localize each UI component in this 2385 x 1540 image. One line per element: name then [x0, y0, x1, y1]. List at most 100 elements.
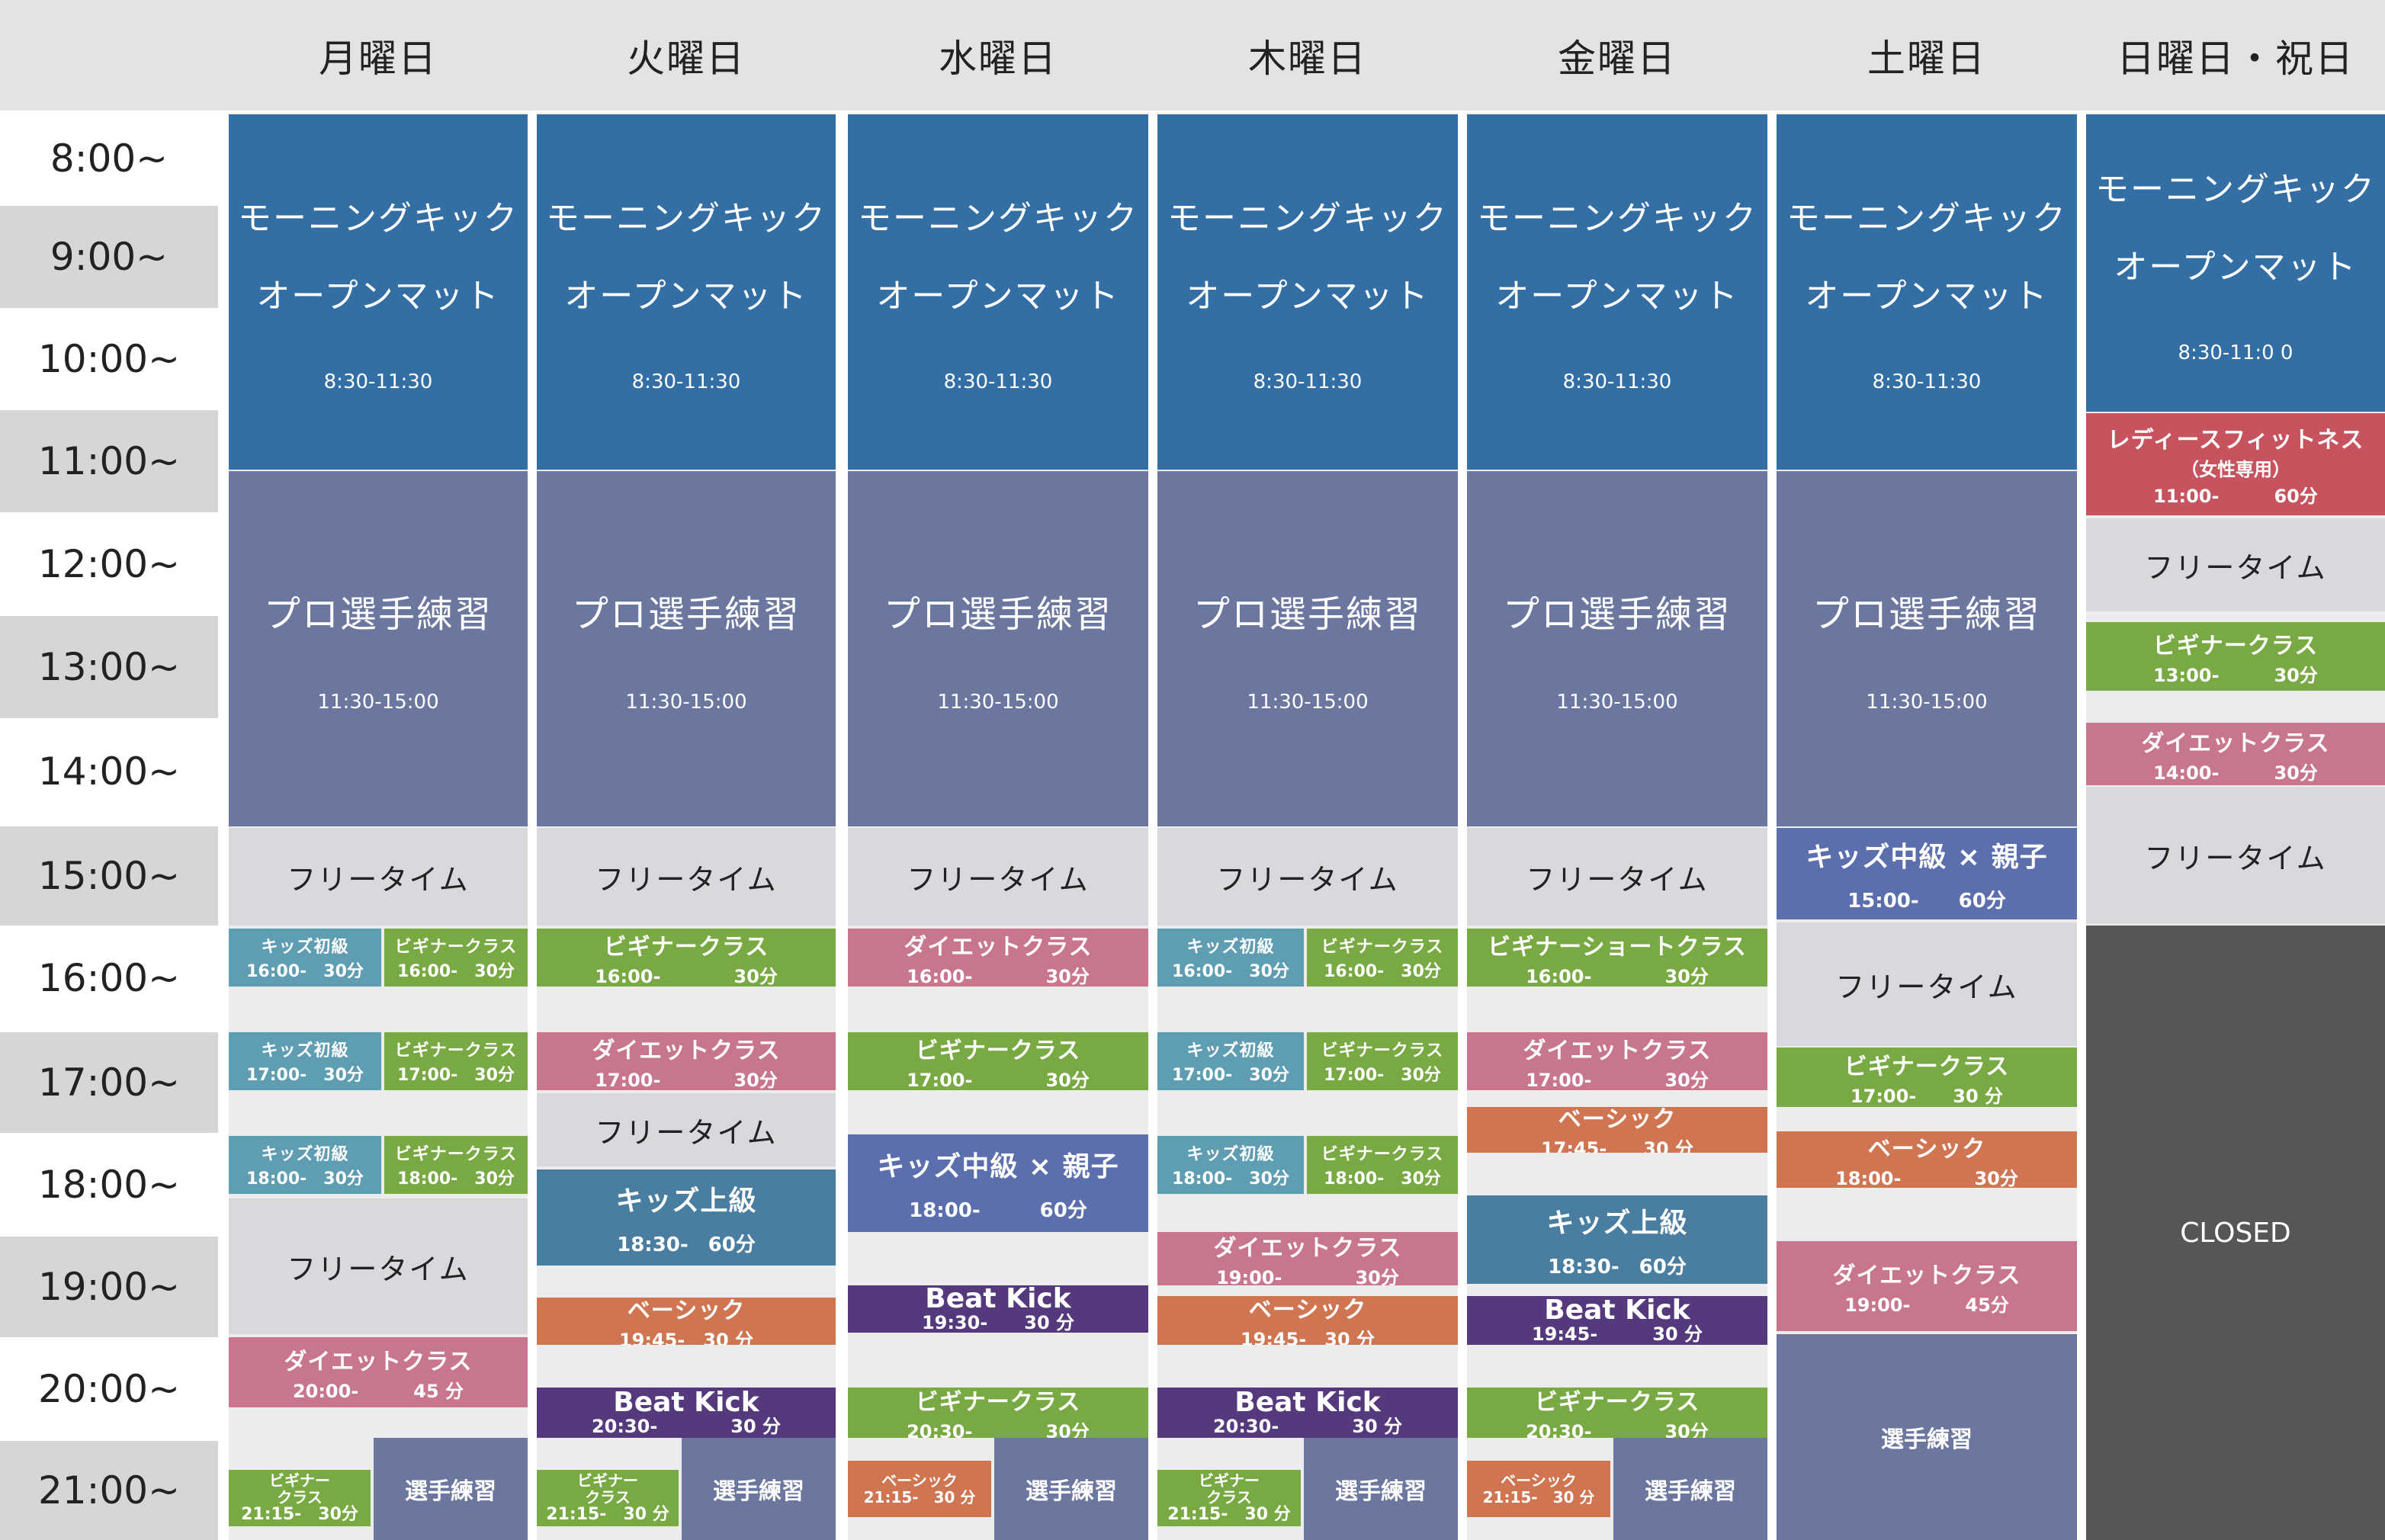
- class-name: キッズ上級: [615, 1185, 757, 1217]
- time-label: 8:00~: [50, 136, 169, 181]
- class-name: キッズ中級 × 親子: [1806, 841, 2048, 873]
- class-block: キッズ中級 × 親子 15:00- 60分: [1777, 828, 2077, 919]
- class-detail: 16:00- 30分: [907, 965, 1090, 987]
- class-detail: 17:00- 30分: [1172, 1066, 1289, 1085]
- class-name: フリータイム: [907, 862, 1090, 897]
- class-detail: クラス: [277, 1488, 323, 1506]
- class-name: プロ選手練習: [1812, 593, 2041, 636]
- class-name: プロ選手練習: [263, 593, 493, 636]
- class-name: ベーシック: [1501, 1471, 1577, 1490]
- class-detail: 20:30- 30 分: [591, 1416, 782, 1437]
- class-detail: 21:15- 30 分: [863, 1488, 976, 1506]
- class-detail: 18:00- 30分: [246, 1169, 364, 1189]
- class-detail: 19:45- 30 分: [1240, 1328, 1375, 1346]
- class-block: ビギナークラス 17:00- 30分: [384, 1032, 528, 1090]
- class-detail: 21:15- 30 分: [546, 1505, 669, 1524]
- class-block: キッズ初級 17:00- 30分: [229, 1032, 381, 1090]
- class-block: ビギナークラス 20:30- 30分: [1467, 1388, 1767, 1438]
- class-name: モーニングキック: [858, 199, 1138, 238]
- class-block: 選手練習: [1304, 1438, 1458, 1540]
- class-name: モーニングキック: [2095, 170, 2376, 209]
- class-block: ビギナーショートクラス 16:00- 30分: [1467, 929, 1767, 987]
- class-block: プロ選手練習 11:30-15:00: [1467, 471, 1767, 826]
- class-name: フリータイム: [287, 1252, 470, 1286]
- class-block: フリータイム: [2086, 787, 2385, 924]
- day-header-2: 水曜日: [939, 36, 1058, 81]
- class-detail: 16:00- 30分: [246, 962, 364, 981]
- class-detail: （女性専用）: [2181, 459, 2290, 480]
- class-block: ビギナークラス 17:00- 30分: [848, 1032, 1148, 1090]
- time-label: 9:00~: [0, 206, 218, 308]
- class-time: 11:30-15:00: [1247, 691, 1369, 714]
- class-name: プロ選手練習: [1192, 593, 1422, 636]
- class-name: Beat Kick: [613, 1388, 759, 1418]
- class-block: キッズ上級 18:30- 60分: [537, 1169, 836, 1266]
- class-detail: 16:00- 30分: [595, 965, 778, 987]
- class-detail: 16:00- 30分: [1172, 962, 1289, 981]
- class-name: キッズ初級: [1186, 938, 1275, 957]
- class-name: キッズ上級: [1546, 1207, 1688, 1239]
- class-detail: 19:30- 30 分: [921, 1312, 1075, 1333]
- class-block: 選手練習: [1613, 1438, 1767, 1540]
- class-name: ダイエットクラス: [1213, 1234, 1402, 1262]
- class-detail: 17:00- 30分: [246, 1066, 364, 1085]
- time-label: 13:00~: [0, 616, 218, 718]
- class-detail: 19:45- 30 分: [1531, 1323, 1703, 1345]
- class-name: ビギナー: [269, 1471, 330, 1490]
- class-block: プロ選手練習 11:30-15:00: [537, 471, 836, 826]
- class-block: ビギナークラス 17:00- 30分: [1307, 1032, 1458, 1090]
- class-name: ダイエットクラス: [284, 1348, 473, 1375]
- class-detail: クラス: [585, 1488, 631, 1506]
- class-time: 11:30-15:00: [625, 691, 747, 714]
- class-block: キッズ上級 18:30- 60分: [1467, 1195, 1767, 1284]
- class-block: 選手練習: [682, 1438, 836, 1540]
- class-block: モーニングキック オープンマット 8:30-11:0 0: [2086, 114, 2385, 412]
- class-detail: 8:30-11:0 0: [2178, 342, 2294, 364]
- class-name: ベーシック: [1867, 1135, 1986, 1163]
- day-header-5: 土曜日: [1867, 36, 1986, 81]
- class-block: フリータイム: [229, 828, 528, 926]
- class-block: ダイエットクラス 20:00- 45 分: [229, 1337, 528, 1407]
- class-name: ダイエットクラス: [1523, 1037, 1712, 1064]
- class-block: プロ選手練習 11:30-15:00: [229, 471, 528, 826]
- class-block: 選手練習: [374, 1438, 528, 1540]
- class-name: CLOSED: [2180, 1217, 2291, 1249]
- class-block: キッズ初級 18:00- 30分: [1157, 1136, 1304, 1194]
- class-detail: 17:00- 30分: [595, 1069, 778, 1091]
- class-name: プロ選手練習: [571, 593, 801, 636]
- time-label: 20:00~: [38, 1367, 180, 1411]
- class-detail: 18:00- 60分: [909, 1198, 1087, 1222]
- class-block: キッズ初級 16:00- 30分: [229, 929, 381, 987]
- class-block: ビギナークラス 16:00- 30分: [537, 929, 836, 987]
- class-detail: 18:30- 60分: [617, 1233, 756, 1256]
- class-block: ビギナークラス 13:00- 30分: [2086, 622, 2385, 691]
- class-block: レディースフィットネス （女性専用） 11:00- 60分: [2086, 413, 2385, 515]
- class-detail: オープンマット: [876, 277, 1120, 316]
- class-block: フリータイム: [1777, 922, 2077, 1046]
- class-block: ベーシック 17:45- 30 分: [1467, 1107, 1767, 1153]
- class-block: モーニングキック オープンマット 8:30-11:30: [1157, 114, 1458, 470]
- class-name: ベーシック: [627, 1298, 746, 1324]
- class-block: プロ選手練習 11:30-15:00: [1777, 471, 2077, 826]
- class-detail: 18:00- 30分: [1172, 1169, 1289, 1189]
- class-detail: オープンマット: [2114, 248, 2358, 287]
- class-name: キッズ初級: [1186, 1041, 1275, 1060]
- class-block: モーニングキック オープンマット 8:30-11:30: [848, 114, 1148, 470]
- class-block: フリータイム: [229, 1198, 528, 1334]
- class-name: モーニングキック: [1167, 199, 1448, 238]
- class-name: 選手練習: [1026, 1478, 1117, 1505]
- class-detail: 19:00- 45分: [1844, 1294, 2009, 1316]
- class-name: ビギナークラス: [1321, 1145, 1444, 1164]
- class-detail: 8:30-11:30: [1872, 371, 1982, 393]
- class-detail: 18:00- 30分: [1835, 1167, 2018, 1189]
- class-detail: オープンマット: [1186, 277, 1430, 316]
- class-block: フリータイム: [2086, 518, 2385, 611]
- class-detail: 17:00- 30 分: [1850, 1085, 2004, 1107]
- class-block: ビギナークラス 20:30- 30分: [848, 1388, 1148, 1438]
- class-detail: 8:30-11:30: [323, 371, 433, 393]
- class-block: ベーシック 21:15- 30 分: [848, 1461, 991, 1517]
- class-block: キッズ中級 × 親子 18:00- 60分: [848, 1134, 1148, 1232]
- day-header-3: 木曜日: [1248, 36, 1367, 81]
- class-name: モーニングキック: [1477, 199, 1757, 238]
- class-block: Beat Kick 19:30- 30 分: [848, 1285, 1148, 1333]
